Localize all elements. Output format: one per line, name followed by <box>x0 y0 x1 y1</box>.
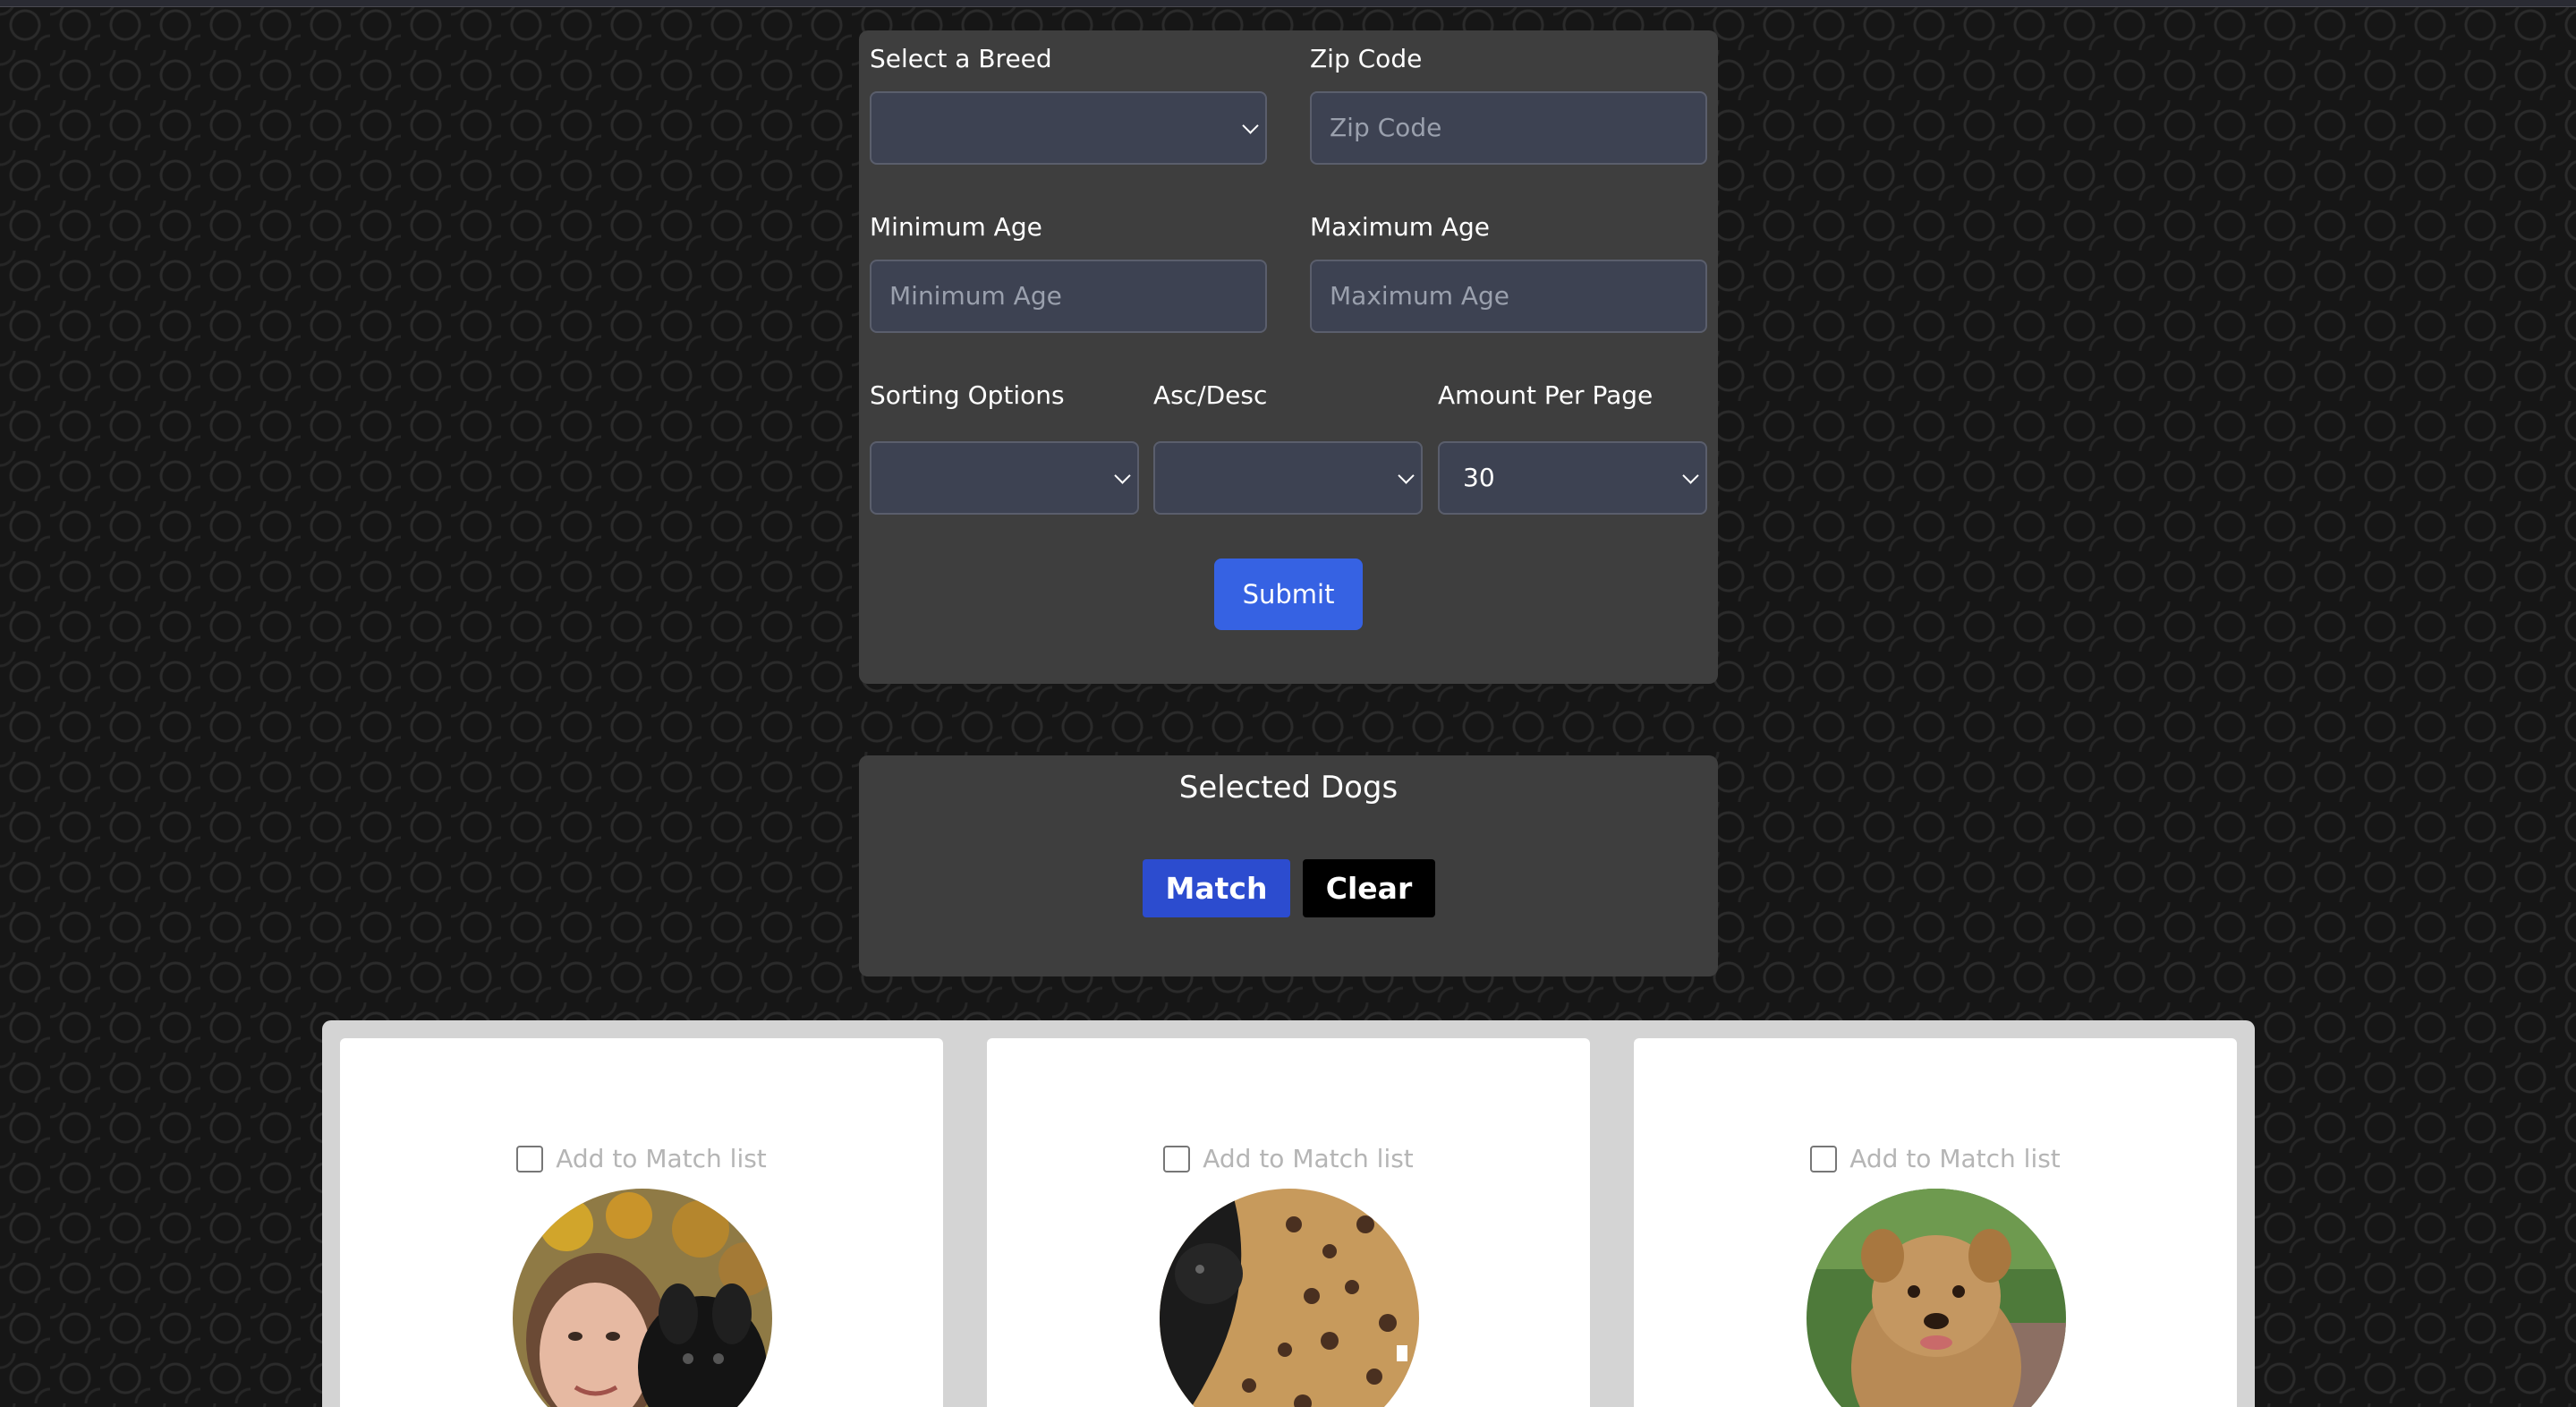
chevron-down-icon <box>1682 467 1699 484</box>
add-to-match-checkbox[interactable] <box>1810 1145 1838 1172</box>
chevron-down-icon <box>1398 467 1415 484</box>
per-page-select[interactable]: 30 <box>1438 441 1707 515</box>
dog-card: Add to Match list <box>340 1038 943 1407</box>
dog-card: Add to Match list <box>1634 1038 2237 1407</box>
breed-label: Select a Breed <box>870 44 1052 73</box>
dog-photo <box>513 1189 772 1407</box>
match-toggle[interactable]: Add to Match list <box>1634 1144 2237 1173</box>
chevron-down-icon <box>1242 117 1259 134</box>
search-form: Select a Breed Zip Code Zip Code Minimum… <box>859 30 1718 684</box>
submit-button[interactable]: Submit <box>1214 559 1363 630</box>
clear-button[interactable]: Clear <box>1303 859 1435 917</box>
match-button[interactable]: Match <box>1143 859 1290 917</box>
add-to-match-label: Add to Match list <box>556 1144 767 1173</box>
order-label: Asc/Desc <box>1153 380 1268 410</box>
per-page-label: Amount Per Page <box>1438 380 1654 410</box>
min-age-input[interactable]: Minimum Age <box>870 260 1267 333</box>
dog-photo <box>1160 1189 1419 1407</box>
add-to-match-checkbox[interactable] <box>516 1145 544 1172</box>
add-to-match-label: Add to Match list <box>1203 1144 1414 1173</box>
selected-dogs-panel: Selected Dogs Match Clear <box>859 755 1718 976</box>
add-to-match-checkbox[interactable] <box>1163 1145 1191 1172</box>
match-toggle[interactable]: Add to Match list <box>987 1144 1590 1173</box>
min-age-label: Minimum Age <box>870 212 1042 242</box>
max-age-input[interactable]: Maximum Age <box>1310 260 1707 333</box>
chevron-down-icon <box>1114 467 1131 484</box>
breed-select[interactable] <box>870 91 1267 165</box>
top-border <box>0 0 2576 7</box>
dog-results: Add to Match list Add to Match list Add … <box>322 1020 2255 1407</box>
selected-dogs-title: Selected Dogs <box>1178 770 1399 806</box>
dog-card: Add to Match list <box>987 1038 1590 1407</box>
add-to-match-label: Add to Match list <box>1849 1144 2061 1173</box>
sort-label: Sorting Options <box>870 380 1065 410</box>
max-age-label: Maximum Age <box>1310 212 1491 242</box>
match-toggle[interactable]: Add to Match list <box>340 1144 943 1173</box>
zip-input[interactable]: Zip Code <box>1310 91 1707 165</box>
dog-photo <box>1807 1189 2066 1407</box>
sort-select[interactable] <box>870 441 1139 515</box>
zip-label: Zip Code <box>1310 44 1423 73</box>
order-select[interactable] <box>1153 441 1423 515</box>
